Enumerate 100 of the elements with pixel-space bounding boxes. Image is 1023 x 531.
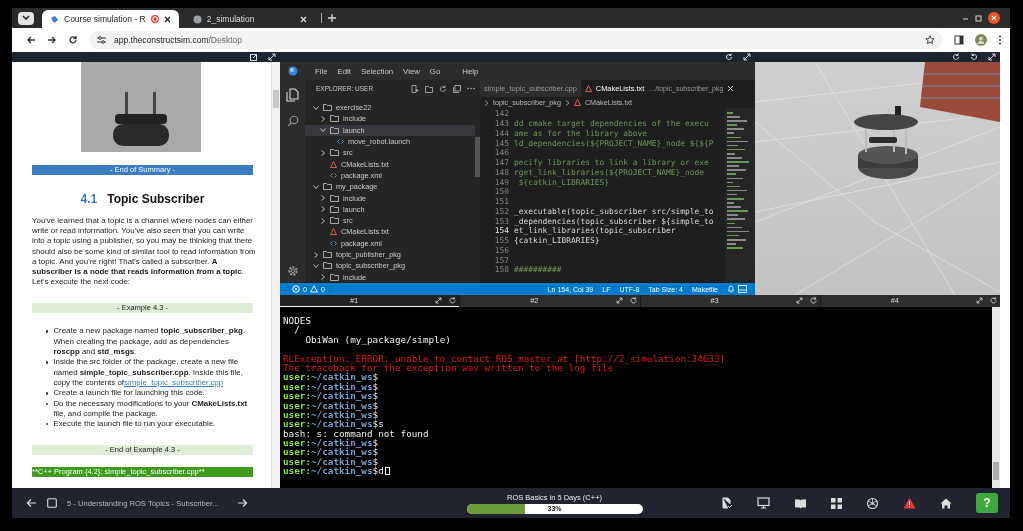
prompt-sign: $ — [372, 409, 379, 420]
prompt-sign: $ — [372, 391, 379, 401]
layout-icon[interactable] — [738, 285, 747, 293]
course-icon — [50, 14, 59, 24]
prompt-path: ~/catkin_ws — [311, 409, 373, 420]
prompt-path: ~/catkin_ws — [311, 447, 373, 457]
menu-icon[interactable] — [998, 35, 1002, 45]
warning-icon — [330, 160, 337, 168]
checkbox-icon[interactable] — [47, 498, 57, 508]
error-message: RLException: ERROR: unable to contact ROS master at [http://2_simulation:34633] — [283, 353, 726, 363]
back-icon[interactable] — [26, 35, 36, 45]
browser-tab[interactable]: Course simulation - R — [42, 10, 179, 28]
prompt-user: user: — [283, 391, 311, 401]
prompt-path: ~/catkin_ws — [311, 438, 373, 448]
edit-icon[interactable] — [250, 53, 258, 61]
address-field[interactable]: app.theconstructsim.com/Desktop — [89, 31, 943, 49]
bell-icon[interactable] — [727, 285, 735, 293]
notes-icon[interactable] — [721, 497, 733, 509]
prompt-sign: $ — [372, 419, 379, 429]
chevron-icon — [564, 99, 570, 106]
tab-search-button[interactable] — [18, 11, 34, 25]
scrollbar[interactable] — [271, 62, 280, 488]
expand-icon[interactable] — [743, 53, 751, 61]
expand-icon[interactable] — [435, 297, 443, 304]
minimap[interactable] — [725, 108, 755, 283]
avatar-icon[interactable] — [975, 34, 987, 46]
reset-icon[interactable] — [952, 53, 960, 61]
file-icon — [337, 139, 344, 145]
expand-icon[interactable] — [988, 53, 996, 61]
sim-viewport[interactable] — [755, 62, 1000, 295]
prompt-user: user: — [283, 438, 311, 448]
site-settings-icon[interactable] — [97, 36, 106, 44]
book-icon[interactable] — [794, 497, 807, 509]
prompt-user: user: — [283, 447, 311, 457]
section-number: 4.1 — [80, 192, 98, 206]
more-icon[interactable] — [467, 87, 475, 90]
prompt-path: ~/catkin_ws — [311, 456, 373, 467]
expand-icon[interactable] — [615, 297, 623, 304]
prompt-path: ~/catkin_ws — [311, 372, 373, 382]
side-panel-icon[interactable] — [954, 35, 964, 45]
bullet-icon — [46, 330, 49, 333]
close-icon[interactable] — [163, 15, 171, 23]
reload-icon[interactable] — [68, 35, 78, 45]
grid-icon[interactable] — [831, 497, 842, 509]
folder-icon — [330, 149, 339, 157]
prompt-user: user: — [283, 381, 311, 392]
prompt-user: user: — [283, 409, 311, 420]
expand-icon[interactable] — [795, 297, 803, 304]
prompt-path: ~/catkin_ws — [311, 391, 373, 401]
prompt-path: ~/catkin_ws — [311, 400, 373, 410]
tab-title: Course simulation - R — [64, 14, 146, 24]
terminal-output: / — [293, 325, 300, 335]
command-text: d — [378, 466, 384, 476]
warning-icon — [309, 285, 318, 293]
collapse-all-icon[interactable] — [453, 84, 461, 93]
prompt-sign: $ — [372, 456, 379, 467]
refresh-icon[interactable] — [439, 84, 447, 93]
browser-tab[interactable]: 2_simulation — [184, 10, 315, 28]
knot-icon[interactable] — [866, 496, 879, 510]
scrollbar[interactable] — [992, 307, 1000, 488]
prompt-path: ~/catkin_ws — [311, 419, 373, 429]
scrollbar[interactable] — [475, 137, 480, 177]
settings-icon[interactable] — [286, 265, 299, 277]
files-icon[interactable] — [286, 88, 299, 102]
forward-icon[interactable] — [47, 35, 57, 45]
prompt-user: user: — [283, 466, 311, 476]
section-heading: Topic Subscriber — [107, 192, 205, 206]
app-logo-icon — [288, 66, 298, 76]
prompt-path: ~/catkin_ws — [311, 381, 373, 392]
close-icon[interactable] — [988, 12, 1000, 24]
command-text: s — [378, 419, 384, 429]
expand-icon[interactable] — [268, 53, 276, 61]
search-icon[interactable] — [286, 115, 299, 127]
terminal-output: bash: s: command not found — [283, 428, 429, 439]
globe-icon — [192, 14, 202, 24]
bullet-icon — [46, 392, 49, 395]
prompt-sign: $ — [372, 381, 379, 392]
bullet-icon — [46, 361, 49, 364]
warning-icon[interactable] — [903, 497, 916, 509]
prompt-path: ~/catkin_ws — [311, 466, 373, 476]
prompt-user: user: — [283, 372, 311, 382]
expand-icon[interactable] — [976, 297, 983, 304]
prompt-user: user: — [283, 456, 311, 467]
star-icon[interactable] — [925, 35, 935, 45]
chevron-icon — [484, 99, 489, 106]
tab-title: 2_simulation — [206, 14, 256, 24]
monitor-icon[interactable] — [757, 497, 770, 509]
new-tab-icon[interactable] — [327, 14, 336, 22]
prompt-sign: $ — [372, 466, 379, 476]
home-icon[interactable] — [940, 497, 952, 509]
terminal-output: NODES — [283, 316, 311, 326]
prompt-sign: $ — [372, 438, 379, 448]
prompt-sign: $ — [372, 400, 379, 410]
maximize-icon[interactable] — [975, 14, 982, 22]
prompt-user: user: — [283, 400, 311, 410]
new-file-icon[interactable] — [411, 84, 419, 93]
new-folder-icon[interactable] — [425, 84, 433, 93]
prompt-user: user: — [283, 419, 311, 429]
scrollbar[interactable] — [1000, 52, 1010, 488]
terminal-output: ObiWan (my_package/simple) — [304, 334, 451, 345]
